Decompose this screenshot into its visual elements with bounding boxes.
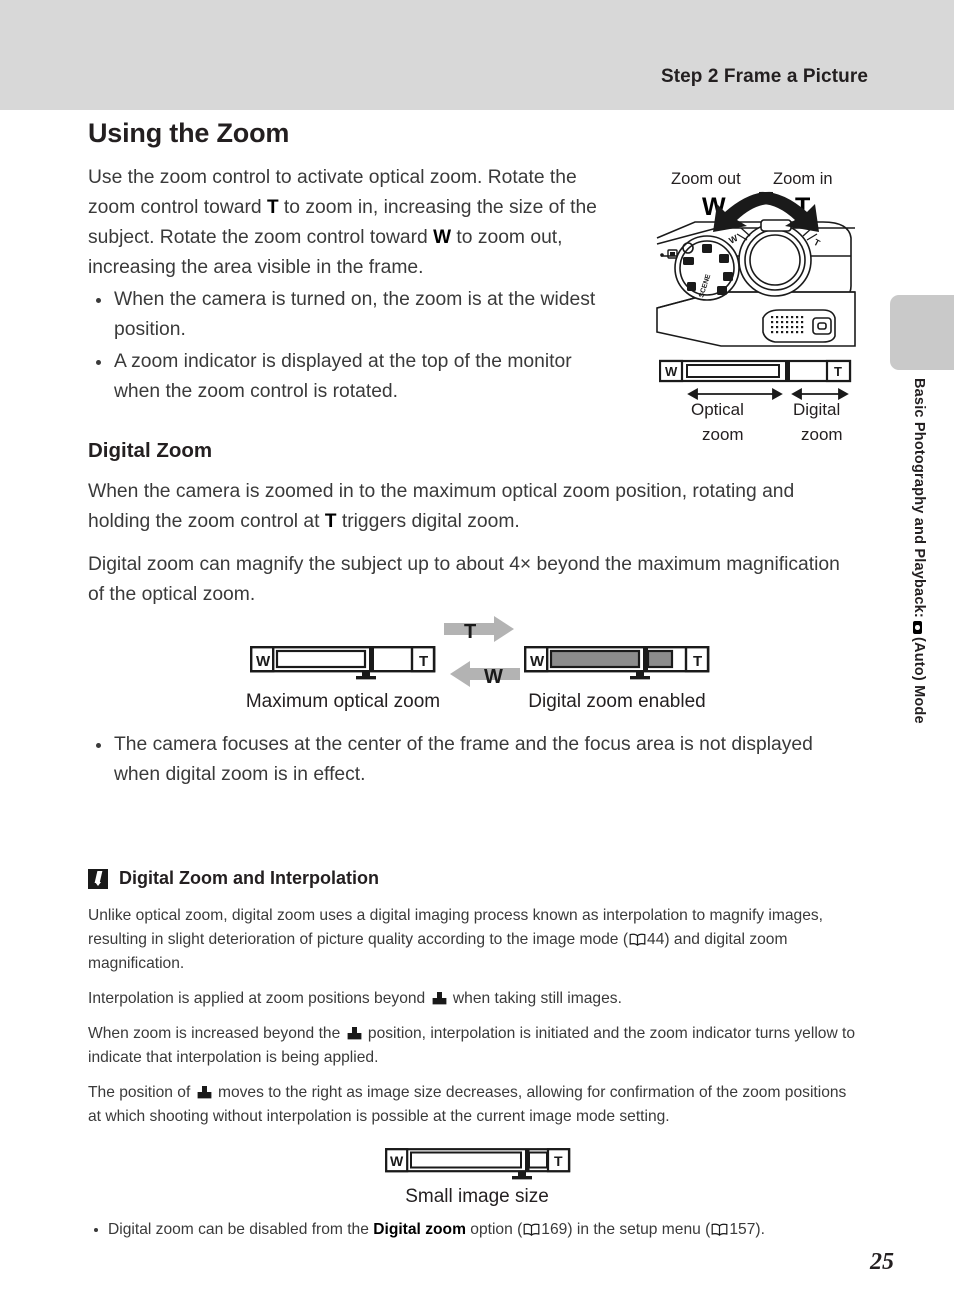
optical-zoom-label-line1: Optical	[691, 400, 744, 419]
list-item: Digital zoom can be disabled from the Di…	[88, 1218, 863, 1242]
svg-text:W: W	[484, 666, 503, 688]
svg-text:W: W	[530, 653, 545, 670]
list-item: The camera focuses at the center of the …	[88, 730, 818, 790]
chapter-label-prefix: Basic Photography and Playback:	[911, 378, 927, 618]
optical-zoom-label-line2: zoom	[702, 425, 744, 444]
note-p2-text-b: when taking still images.	[448, 990, 622, 1007]
page-title: Using the Zoom	[88, 118, 290, 148]
max-optical-zoom-caption: Maximum optical zoom	[245, 691, 441, 712]
digital-zoom-bullet-wrap: The camera focuses at the center of the …	[88, 728, 818, 790]
svg-text:T: T	[419, 653, 428, 670]
page-number: 25	[870, 1249, 894, 1275]
svg-text:W: W	[665, 364, 678, 379]
chapter-tab	[890, 295, 954, 370]
svg-text:W: W	[256, 653, 271, 670]
note-paragraph-1: Unlike optical zoom, digital zoom uses a…	[88, 904, 863, 976]
intro-bullet-list: When the camera is turned on, the zoom i…	[88, 285, 608, 407]
note-paragraph-3: When zoom is increased beyond the positi…	[88, 1022, 863, 1070]
nb-ref2: 157	[729, 1221, 756, 1238]
note-header: Digital Zoom and Interpolation	[88, 868, 863, 889]
digital-zoom-label-line1: Digital	[793, 400, 841, 419]
book-reference-icon	[629, 933, 646, 946]
digital-zoom-enabled-caption: Digital zoom enabled	[528, 691, 706, 712]
zoom-letter-t: T	[324, 511, 337, 532]
note-paragraph-2: Interpolation is applied at zoom positio…	[88, 987, 863, 1011]
zoom-bar-small-image: W T	[385, 1148, 571, 1180]
note-title: Digital Zoom and Interpolation	[119, 868, 379, 888]
nb-text-a: Digital zoom can be disabled from the	[108, 1221, 374, 1238]
svg-text:T: T	[693, 653, 702, 670]
svg-text:W: W	[390, 1153, 404, 1169]
digital-zoom-paragraph-2: Digital zoom can magnify the subject up …	[88, 554, 840, 605]
camera-body-drawing: SCENE W T	[656, 191, 856, 347]
nb-ref1: 169	[541, 1221, 568, 1238]
svg-text:T: T	[812, 237, 822, 249]
svg-text:T: T	[464, 621, 476, 643]
note-p4-text-a: The position of	[88, 1084, 195, 1101]
dz-text-2: triggers digital zoom.	[336, 511, 520, 532]
svg-text:T: T	[554, 1153, 563, 1169]
camera-zoom-indicator-bar: W T	[659, 359, 852, 383]
zoom-letter-w: W	[433, 227, 452, 248]
page-header-band	[0, 0, 954, 110]
digital-zoom-paragraph-1: When the camera is zoomed in to the maxi…	[88, 477, 860, 537]
camera-illustration: Zoom out Zoom in W T SCENE W T W T Optic…	[655, 160, 865, 460]
zoom-bar-digital-enabled: W T	[524, 646, 710, 680]
nb-text-b: option (	[465, 1221, 523, 1238]
zoom-bar-max-optical: W T	[250, 646, 436, 680]
nb-bold: Digital zoom	[373, 1221, 466, 1238]
interpolation-marker-icon	[197, 1086, 212, 1099]
camera-auto-icon	[913, 621, 924, 634]
note-p2-text-a: Interpolation is applied at zoom positio…	[88, 990, 430, 1007]
note-bullet-wrap: Digital zoom can be disabled from the Di…	[88, 1218, 863, 1242]
interpolation-marker-icon	[432, 992, 446, 1005]
zoom-letter-t: T	[266, 197, 279, 218]
intro-paragraph: Use the zoom control to activate optical…	[88, 163, 608, 283]
pencil-note-icon	[88, 868, 108, 889]
list-item: When the camera is turned on, the zoom i…	[88, 285, 608, 345]
small-image-size-caption: Small image size	[405, 1186, 549, 1207]
svg-text:T: T	[834, 364, 842, 379]
note-p1-ref: 44	[647, 931, 665, 948]
note-p3-text-a: When zoom is increased beyond the	[88, 1025, 345, 1042]
digital-zoom-label-line2: zoom	[801, 425, 843, 444]
nb-text-d: ).	[755, 1221, 765, 1238]
note-bullet-list: Digital zoom can be disabled from the Di…	[88, 1218, 863, 1242]
chapter-label-suffix: (Auto) Mode	[911, 636, 927, 724]
list-item: A zoom indicator is displayed at the top…	[88, 347, 608, 407]
book-reference-icon	[523, 1223, 540, 1236]
page-header-title: Step 2 Frame a Picture	[660, 66, 868, 87]
zoom-comparison-figure: W T W T T W Maximum optical zoom Digital…	[246, 616, 720, 716]
chapter-label: Basic Photography and Playback: (Auto) M…	[897, 378, 927, 818]
zoom-direction-arrows: T W	[444, 616, 520, 688]
nb-text-c: ) in the setup menu (	[567, 1221, 711, 1238]
digital-zoom-bullet-list: The camera focuses at the center of the …	[88, 730, 818, 790]
interpolation-marker-icon	[347, 1027, 361, 1040]
note-paragraph-4: The position of moves to the right as im…	[88, 1081, 863, 1129]
book-reference-icon	[711, 1223, 728, 1236]
note-box: Digital Zoom and Interpolation Unlike op…	[88, 868, 863, 1140]
